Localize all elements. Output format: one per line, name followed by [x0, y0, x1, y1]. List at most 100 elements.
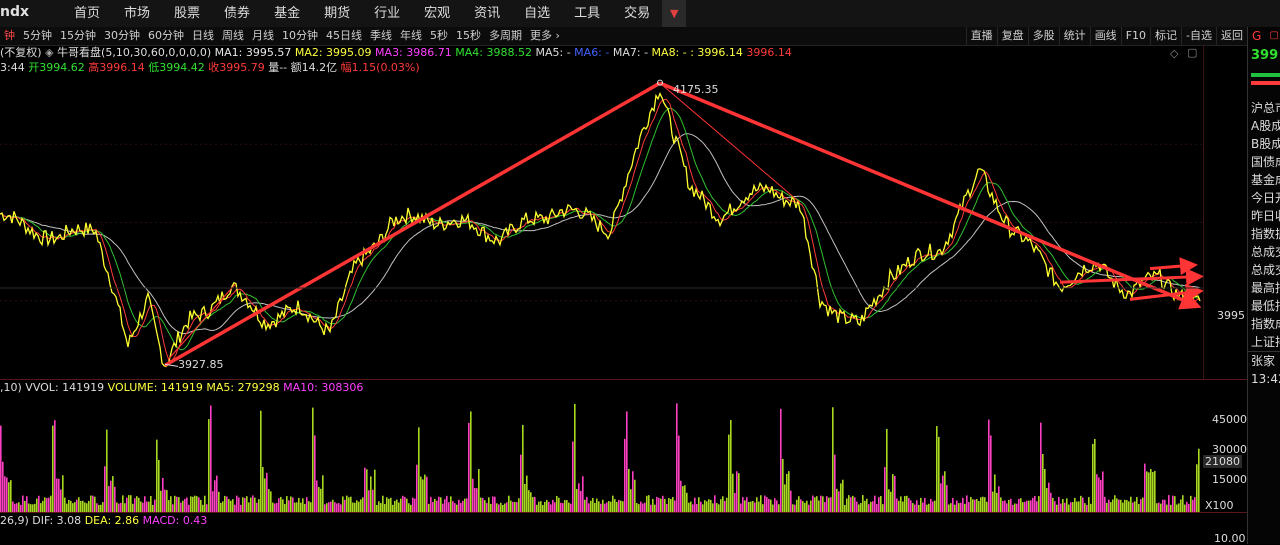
tool-button-5[interactable]: F10 — [1120, 27, 1150, 45]
quote-close-icon[interactable]: ▢ — [1261, 27, 1278, 45]
volume-bar — [518, 498, 520, 513]
volume-bar — [174, 495, 176, 513]
volume-bar — [558, 497, 560, 513]
app-logo: ndx — [0, 4, 30, 20]
tool-button-4[interactable]: 画线 — [1089, 27, 1121, 45]
volume-bar — [404, 496, 406, 513]
dif-value: DIF: 3.08 — [32, 514, 82, 527]
volume-bar — [994, 474, 996, 513]
volume-bar — [680, 480, 682, 513]
menu-dropdown-icon[interactable]: ▼ — [662, 0, 687, 27]
menu-item-7[interactable]: 宏观 — [412, 0, 462, 27]
quote-field-1: A股成 — [1251, 119, 1280, 133]
menu-item-10[interactable]: 工具 — [562, 0, 612, 27]
volume-bar — [186, 497, 188, 513]
volume-bar — [1038, 496, 1040, 513]
quote-field-4: 基金成 — [1251, 173, 1280, 187]
volume-bar — [46, 498, 48, 513]
volume-bar — [136, 496, 138, 513]
menu-item-1[interactable]: 市场 — [112, 0, 162, 27]
volume-bar — [214, 480, 216, 513]
collapse-icon[interactable]: ▢ — [1187, 46, 1197, 59]
period-tab-10[interactable]: 季线 — [366, 27, 396, 45]
volume-bar — [1130, 496, 1132, 513]
quote-field-3: 国债成 — [1251, 155, 1280, 169]
tool-button-6[interactable]: 标记 — [1150, 27, 1181, 45]
volume-bar — [596, 498, 598, 513]
panel-divider-2 — [0, 512, 1247, 513]
menu-item-9[interactable]: 自选 — [512, 0, 562, 27]
tool-button-7[interactable]: -自选 — [1181, 27, 1216, 45]
volume-bar — [790, 490, 792, 513]
period-tab-0[interactable]: 钟 — [0, 27, 19, 45]
volume-bar — [1094, 438, 1096, 513]
volume-bar — [908, 498, 910, 513]
period-tab-14[interactable]: 多周期 — [485, 27, 526, 45]
volume-bar — [656, 496, 658, 513]
tool-button-2[interactable]: 多股 — [1027, 27, 1059, 45]
volume-bar — [1194, 497, 1196, 513]
volume-bar — [396, 499, 398, 513]
volume-bar — [190, 496, 192, 513]
volume-bar — [1010, 498, 1012, 513]
volume-bar — [938, 436, 940, 513]
volume-bar — [266, 472, 268, 513]
vol-axis-15000: 15000 — [1212, 473, 1247, 486]
volume-bar — [22, 495, 24, 513]
volume-bar — [350, 496, 352, 513]
volume-bar — [90, 495, 92, 513]
volume-bar — [1140, 499, 1142, 513]
volume-bar — [676, 403, 678, 513]
volume-bar — [196, 496, 198, 513]
menu-item-4[interactable]: 基金 — [262, 0, 312, 27]
period-tab-5[interactable]: 日线 — [188, 27, 218, 45]
period-tab-13[interactable]: 15秒 — [452, 27, 485, 45]
volume-chart-svg[interactable] — [0, 395, 1203, 513]
volume-bar — [524, 484, 526, 513]
volume-bar — [874, 495, 876, 513]
menu-item-8[interactable]: 资讯 — [462, 0, 512, 27]
indicator-name[interactable]: 牛哥看盘(5,10,30,60,0,0,0,0) — [57, 46, 211, 59]
period-tab-1[interactable]: 5分钟 — [19, 27, 56, 45]
period-tab-12[interactable]: 5秒 — [426, 27, 452, 45]
period-tab-8[interactable]: 10分钟 — [278, 27, 322, 45]
volume-bar — [820, 495, 822, 513]
price-chart-svg[interactable] — [0, 66, 1204, 379]
period-tab-7[interactable]: 月线 — [248, 27, 278, 45]
tool-button-0[interactable]: 直播 — [965, 27, 997, 45]
adjust-mode[interactable]: (不复权) — [0, 46, 42, 59]
menu-item-5[interactable]: 期货 — [312, 0, 362, 27]
volume-bar — [840, 483, 842, 513]
main-price-chart[interactable]: 4175.35 3927.85 — [0, 66, 1204, 379]
volume-bar — [418, 427, 420, 513]
quote-code[interactable]: G — [1248, 27, 1261, 45]
volume-bar — [192, 496, 194, 513]
tool-button-3[interactable]: 统计 — [1058, 27, 1090, 45]
menu-item-2[interactable]: 股票 — [162, 0, 212, 27]
volume-bar — [1196, 464, 1198, 513]
period-tab-15[interactable]: 更多 › — [526, 27, 564, 45]
volume-bar — [786, 473, 788, 513]
tool-button-8[interactable]: 返回 — [1216, 27, 1247, 45]
menu-item-6[interactable]: 行业 — [362, 0, 412, 27]
volume-bar — [942, 475, 944, 513]
tool-button-1[interactable]: 复盘 — [996, 27, 1028, 45]
volume-bar — [216, 475, 218, 513]
diamond-icon[interactable]: ◇ — [1170, 47, 1178, 60]
period-tab-2[interactable]: 15分钟 — [56, 27, 100, 45]
menu-item-11[interactable]: 交易 — [612, 0, 662, 27]
period-tab-3[interactable]: 30分钟 — [100, 27, 144, 45]
menu-item-3[interactable]: 债券 — [212, 0, 262, 27]
menu-item-0[interactable]: 首页 — [62, 0, 112, 27]
period-tab-6[interactable]: 周线 — [218, 27, 248, 45]
volume-bar — [134, 498, 136, 513]
chart-tools: 直播 复盘 多股 统计 画线 F10 标记 -自选 返回 — [965, 27, 1247, 45]
volume-bar — [746, 497, 748, 513]
volume-bar — [1050, 492, 1052, 513]
volume-bar — [1000, 497, 1002, 513]
period-tab-9[interactable]: 45日线 — [322, 27, 366, 45]
volume-bar — [426, 476, 428, 513]
period-tab-11[interactable]: 年线 — [396, 27, 426, 45]
period-tab-4[interactable]: 60分钟 — [144, 27, 188, 45]
volume-chart[interactable] — [0, 395, 1247, 513]
